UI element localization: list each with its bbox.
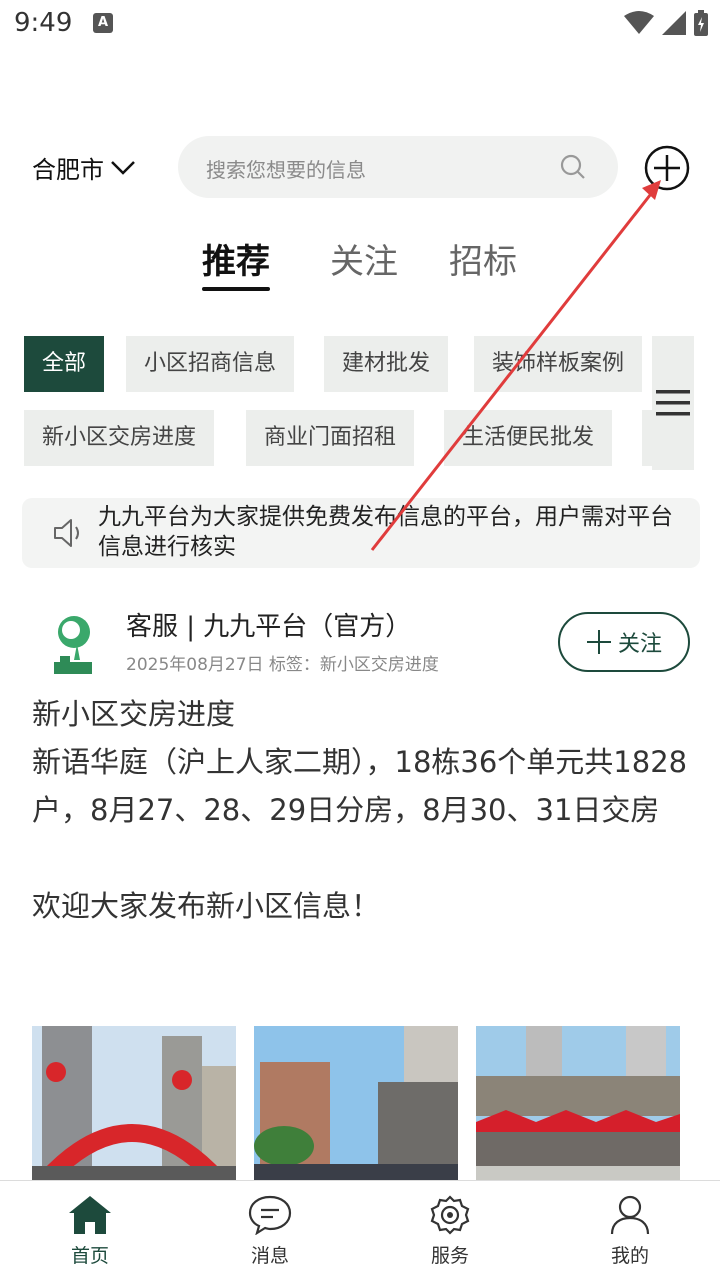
- tab-follow[interactable]: 关注: [330, 234, 398, 283]
- category-chip[interactable]: 建材批发: [324, 336, 449, 392]
- post-title: 新小区交房进度: [32, 697, 236, 731]
- category-chip[interactable]: 新小区交房进度: [24, 410, 215, 466]
- category-chip-all[interactable]: 全部: [24, 336, 105, 392]
- profile-icon: [610, 1195, 650, 1235]
- plus-icon: [586, 630, 611, 654]
- avatar[interactable]: [44, 610, 100, 676]
- category-chip[interactable]: 生活便民批发: [444, 410, 613, 466]
- nav-item-profile[interactable]: 我的: [580, 1195, 680, 1268]
- nav-label: 消息: [250, 1245, 289, 1267]
- battery-icon: [694, 10, 708, 36]
- status-icons: [624, 10, 708, 36]
- home-icon: [69, 1196, 111, 1234]
- signal-icon: [662, 11, 686, 35]
- category-menu-button[interactable]: [652, 336, 694, 470]
- city-selector[interactable]: 合肥市: [32, 150, 136, 185]
- post-author[interactable]: 客服 | 九九平台（官方）: [126, 606, 411, 643]
- nav-label: 服务: [430, 1245, 469, 1267]
- category-chip-overflow[interactable]: [642, 410, 652, 466]
- nav-label: 首页: [70, 1245, 109, 1267]
- notice-text: 九九平台为大家提供免费发布信息的平台，用户需对平台信息进行核实: [98, 504, 673, 560]
- post-image[interactable]: [476, 1026, 680, 1180]
- search-placeholder: 搜索您想要的信息: [206, 158, 366, 182]
- nav-item-home[interactable]: 首页: [40, 1195, 140, 1268]
- add-post-icon[interactable]: [644, 145, 690, 191]
- follow-button[interactable]: 关注: [558, 612, 690, 672]
- search-icon: [560, 154, 585, 179]
- category-chip[interactable]: 装饰样板案例: [474, 336, 643, 392]
- nav-item-messages[interactable]: 消息: [220, 1195, 320, 1268]
- city-label: 合肥市: [32, 156, 104, 184]
- header: 合肥市 搜索您想要的信息: [0, 130, 720, 206]
- post-image[interactable]: [32, 1026, 236, 1180]
- post-header: 客服 | 九九平台（官方） 2025年08月27日 标签：新小区交房进度 关注: [0, 600, 720, 680]
- tab-recommend[interactable]: 推荐: [202, 234, 270, 291]
- bottom-nav: 首页 消息 服务 我的: [0, 1180, 720, 1280]
- speaker-icon: [54, 519, 79, 547]
- menu-icon: [656, 390, 690, 416]
- nav-item-services[interactable]: 服务: [400, 1195, 500, 1268]
- message-icon: [248, 1195, 292, 1235]
- category-chip[interactable]: 小区招商信息: [126, 336, 295, 392]
- service-icon: [430, 1195, 470, 1235]
- feed-tabs: 推荐 关注 招标: [0, 230, 720, 291]
- search-input[interactable]: 搜索您想要的信息: [178, 136, 618, 198]
- category-chips: 全部 小区招商信息 建材批发 装饰样板案例 新小区交房进度 商业门面招租 生活便…: [24, 336, 652, 470]
- wifi-icon: [624, 11, 654, 34]
- post-body[interactable]: 新小区交房进度 新语华庭（沪上人家二期），18栋36个单元共1828户，8月27…: [32, 690, 692, 930]
- status-time: 9:49: [14, 8, 73, 38]
- follow-label: 关注: [617, 632, 662, 657]
- category-chip[interactable]: 商业门面招租: [246, 410, 415, 466]
- post-meta: 2025年08月27日 标签：新小区交房进度: [126, 655, 439, 675]
- post-text: 新语华庭（沪上人家二期），18栋36个单元共1828户，8月27、28、29日分…: [32, 745, 688, 827]
- post-footer: 欢迎大家发布新小区信息！: [32, 889, 381, 923]
- post-images: [32, 1026, 680, 1180]
- nav-label: 我的: [610, 1245, 649, 1267]
- status-bar: 9:49 A: [0, 0, 720, 50]
- notification-badge-icon: A: [93, 13, 113, 33]
- tab-bidding[interactable]: 招标: [449, 234, 517, 283]
- post-image[interactable]: [254, 1026, 458, 1180]
- chevron-down-icon: [111, 160, 135, 175]
- notice-banner: 九九平台为大家提供免费发布信息的平台，用户需对平台信息进行核实: [22, 498, 700, 568]
